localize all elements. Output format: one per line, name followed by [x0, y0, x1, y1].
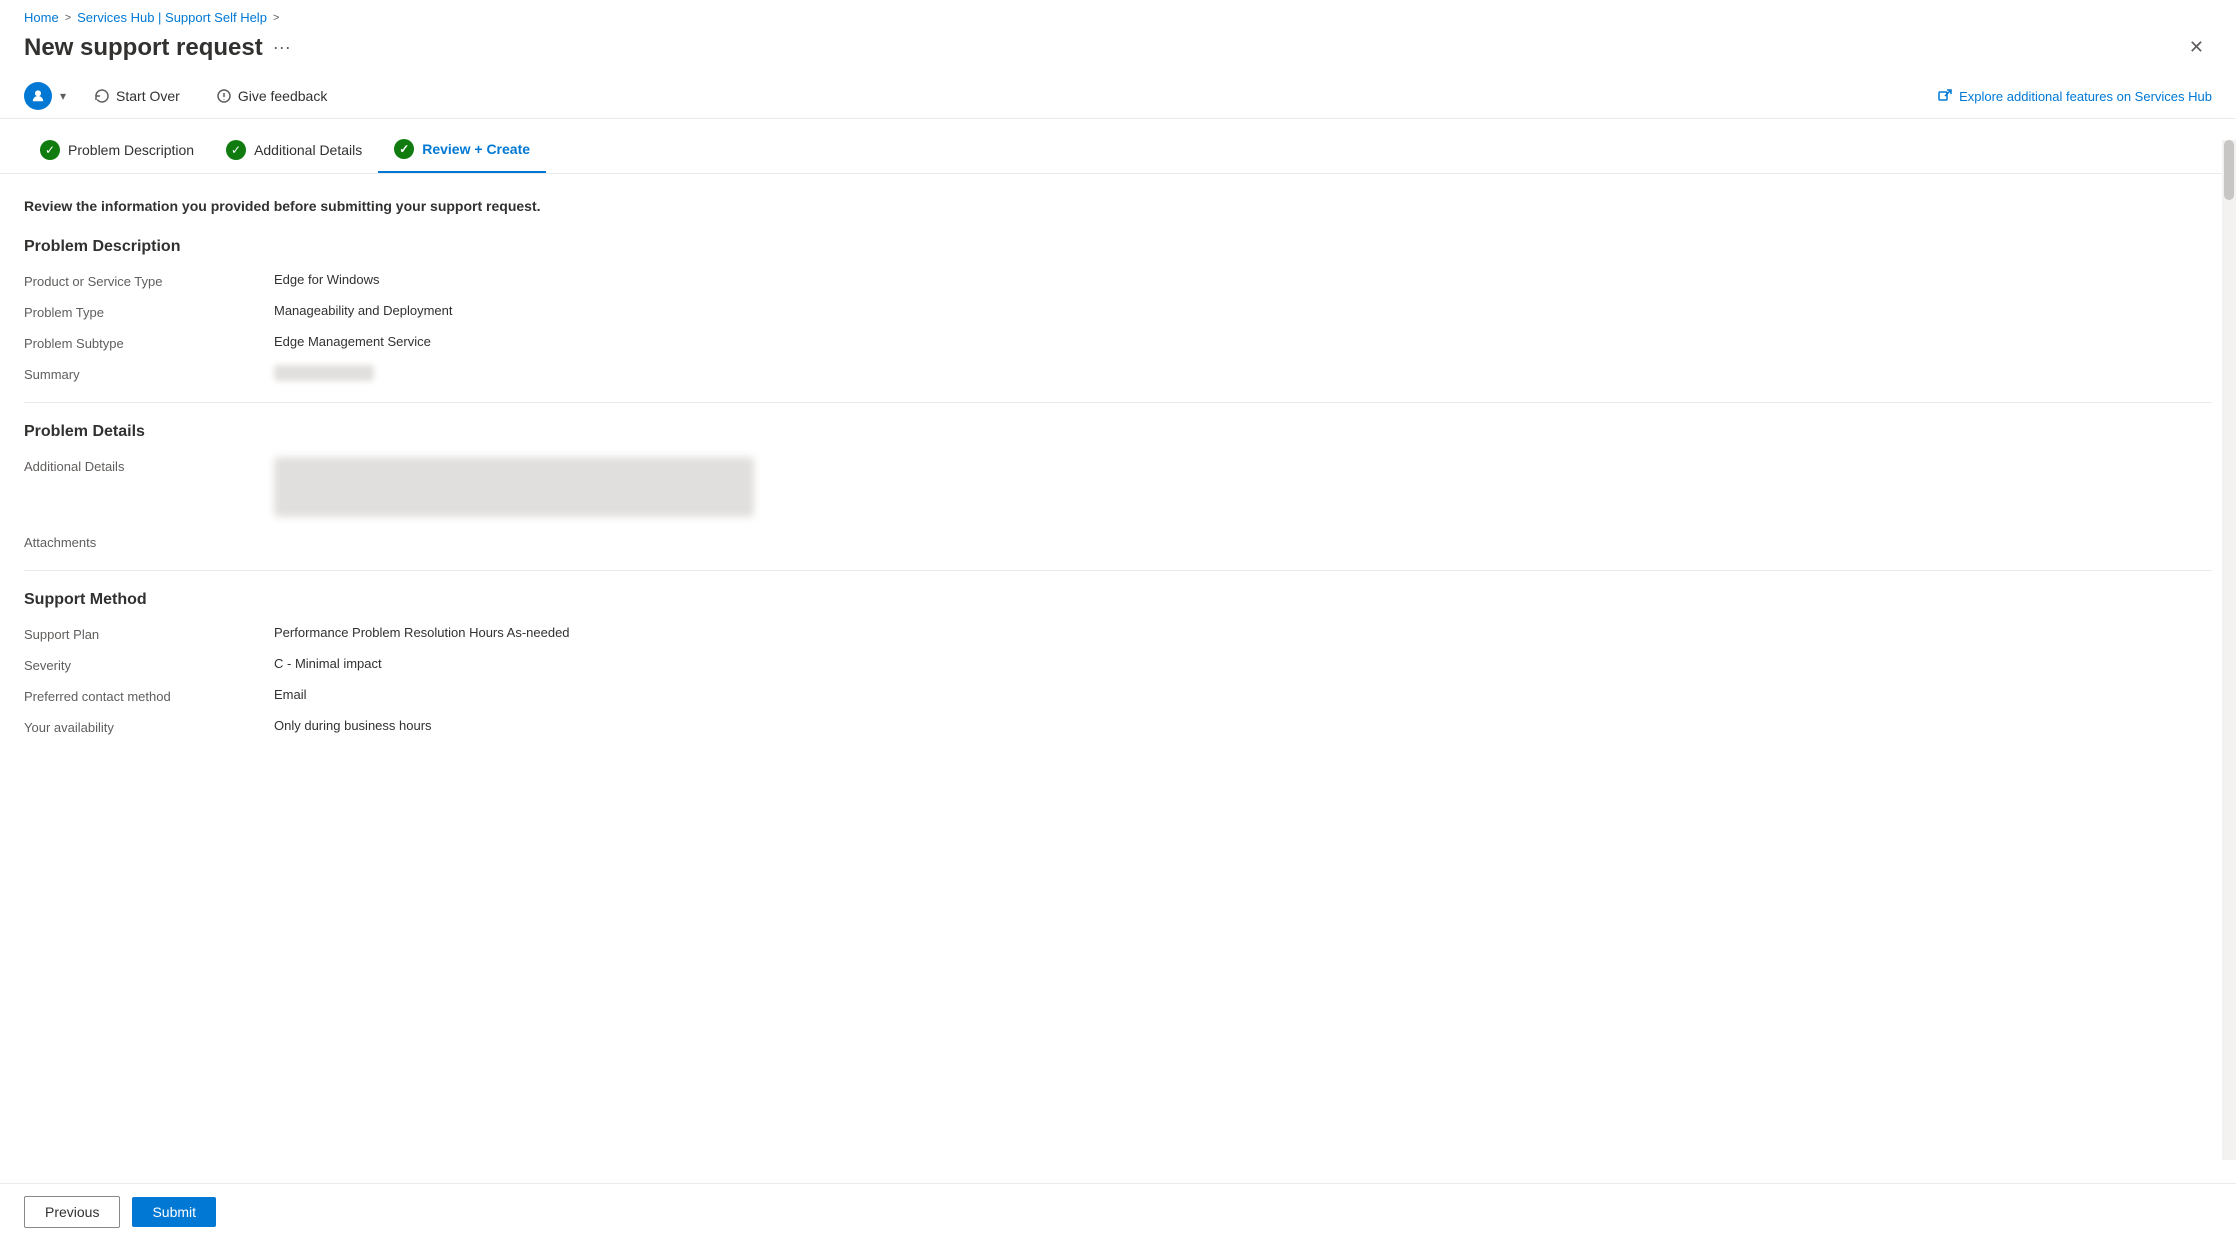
refresh-icon — [94, 88, 110, 104]
breadcrumb-home[interactable]: Home — [24, 10, 59, 25]
value-problem-subtype: Edge Management Service — [274, 334, 2212, 349]
step-check-review: ✓ — [394, 139, 414, 159]
value-severity: C - Minimal impact — [274, 656, 2212, 671]
field-preferred-contact: Preferred contact method Email — [24, 687, 2212, 704]
toolbar-left: ▾ Start Over Give feedback — [24, 82, 335, 110]
submit-button[interactable]: Submit — [132, 1197, 216, 1227]
start-over-button[interactable]: Start Over — [86, 84, 188, 108]
problem-description-title: Problem Description — [24, 238, 2212, 256]
field-problem-type: Problem Type Manageability and Deploymen… — [24, 303, 2212, 320]
field-summary: Summary — [24, 365, 2212, 382]
field-additional-details: Additional Details — [24, 457, 2212, 517]
value-support-plan: Performance Problem Resolution Hours As-… — [274, 625, 2212, 640]
field-support-plan: Support Plan Performance Problem Resolut… — [24, 625, 2212, 642]
feedback-icon — [216, 88, 232, 104]
value-preferred-contact: Email — [274, 687, 2212, 702]
give-feedback-label: Give feedback — [238, 88, 328, 104]
breadcrumb-sep2: > — [273, 12, 279, 24]
step-review-create[interactable]: ✓ Review + Create — [378, 131, 546, 173]
field-availability: Your availability Only during business h… — [24, 718, 2212, 735]
field-product-service: Product or Service Type Edge for Windows — [24, 272, 2212, 289]
label-severity: Severity — [24, 656, 274, 673]
divider-1 — [24, 402, 2212, 403]
label-support-plan: Support Plan — [24, 625, 274, 642]
step-additional-details[interactable]: ✓ Additional Details — [210, 132, 378, 172]
steps-bar: ✓ Problem Description ✓ Additional Detai… — [0, 119, 2236, 174]
field-problem-subtype: Problem Subtype Edge Management Service — [24, 334, 2212, 351]
page-title-bar: New support request ··· ✕ — [0, 29, 2236, 74]
breadcrumb-services[interactable]: Services Hub | Support Self Help — [77, 10, 267, 25]
page-title: New support request ··· — [24, 34, 291, 62]
divider-2 — [24, 570, 2212, 571]
field-severity: Severity C - Minimal impact — [24, 656, 2212, 673]
chevron-down-icon: ▾ — [60, 89, 66, 103]
value-product-service: Edge for Windows — [274, 272, 2212, 287]
start-over-label: Start Over — [116, 88, 180, 104]
step-problem-label: Problem Description — [68, 142, 194, 158]
label-product-service: Product or Service Type — [24, 272, 274, 289]
review-intro: Review the information you provided befo… — [24, 198, 2212, 214]
value-availability: Only during business hours — [274, 718, 2212, 733]
main-content: Review the information you provided befo… — [0, 174, 2236, 1194]
breadcrumb-sep1: > — [65, 12, 71, 24]
explore-icon — [1937, 88, 1953, 104]
footer: Previous Submit — [0, 1183, 2236, 1240]
label-summary: Summary — [24, 365, 274, 382]
user-menu[interactable]: ▾ — [24, 82, 66, 110]
page-title-text: New support request — [24, 34, 263, 62]
step-review-label: Review + Create — [422, 141, 530, 157]
scrollbar-track[interactable] — [2222, 140, 2236, 1160]
user-avatar-icon — [24, 82, 52, 110]
give-feedback-button[interactable]: Give feedback — [208, 84, 336, 108]
label-availability: Your availability — [24, 718, 274, 735]
value-summary-blurred — [274, 365, 374, 381]
explore-label: Explore additional features on Services … — [1959, 89, 2212, 104]
label-preferred-contact: Preferred contact method — [24, 687, 274, 704]
label-additional-details: Additional Details — [24, 457, 274, 474]
problem-details-title: Problem Details — [24, 423, 2212, 441]
value-problem-type: Manageability and Deployment — [274, 303, 2212, 318]
value-additional-details-blurred — [274, 457, 754, 517]
step-details-label: Additional Details — [254, 142, 362, 158]
close-button[interactable]: ✕ — [2181, 33, 2212, 62]
field-attachments: Attachments — [24, 533, 2212, 550]
explore-link[interactable]: Explore additional features on Services … — [1937, 88, 2212, 104]
step-check-details: ✓ — [226, 140, 246, 160]
label-problem-subtype: Problem Subtype — [24, 334, 274, 351]
breadcrumb: Home > Services Hub | Support Self Help … — [0, 0, 2236, 29]
label-attachments: Attachments — [24, 533, 274, 550]
previous-button[interactable]: Previous — [24, 1196, 120, 1228]
label-problem-type: Problem Type — [24, 303, 274, 320]
scrollbar-thumb[interactable] — [2224, 140, 2234, 200]
step-problem-description[interactable]: ✓ Problem Description — [24, 132, 210, 172]
toolbar: ▾ Start Over Give feedback Explore addit… — [0, 74, 2236, 119]
page-title-ellipsis[interactable]: ··· — [273, 37, 291, 58]
step-check-problem: ✓ — [40, 140, 60, 160]
support-method-title: Support Method — [24, 591, 2212, 609]
